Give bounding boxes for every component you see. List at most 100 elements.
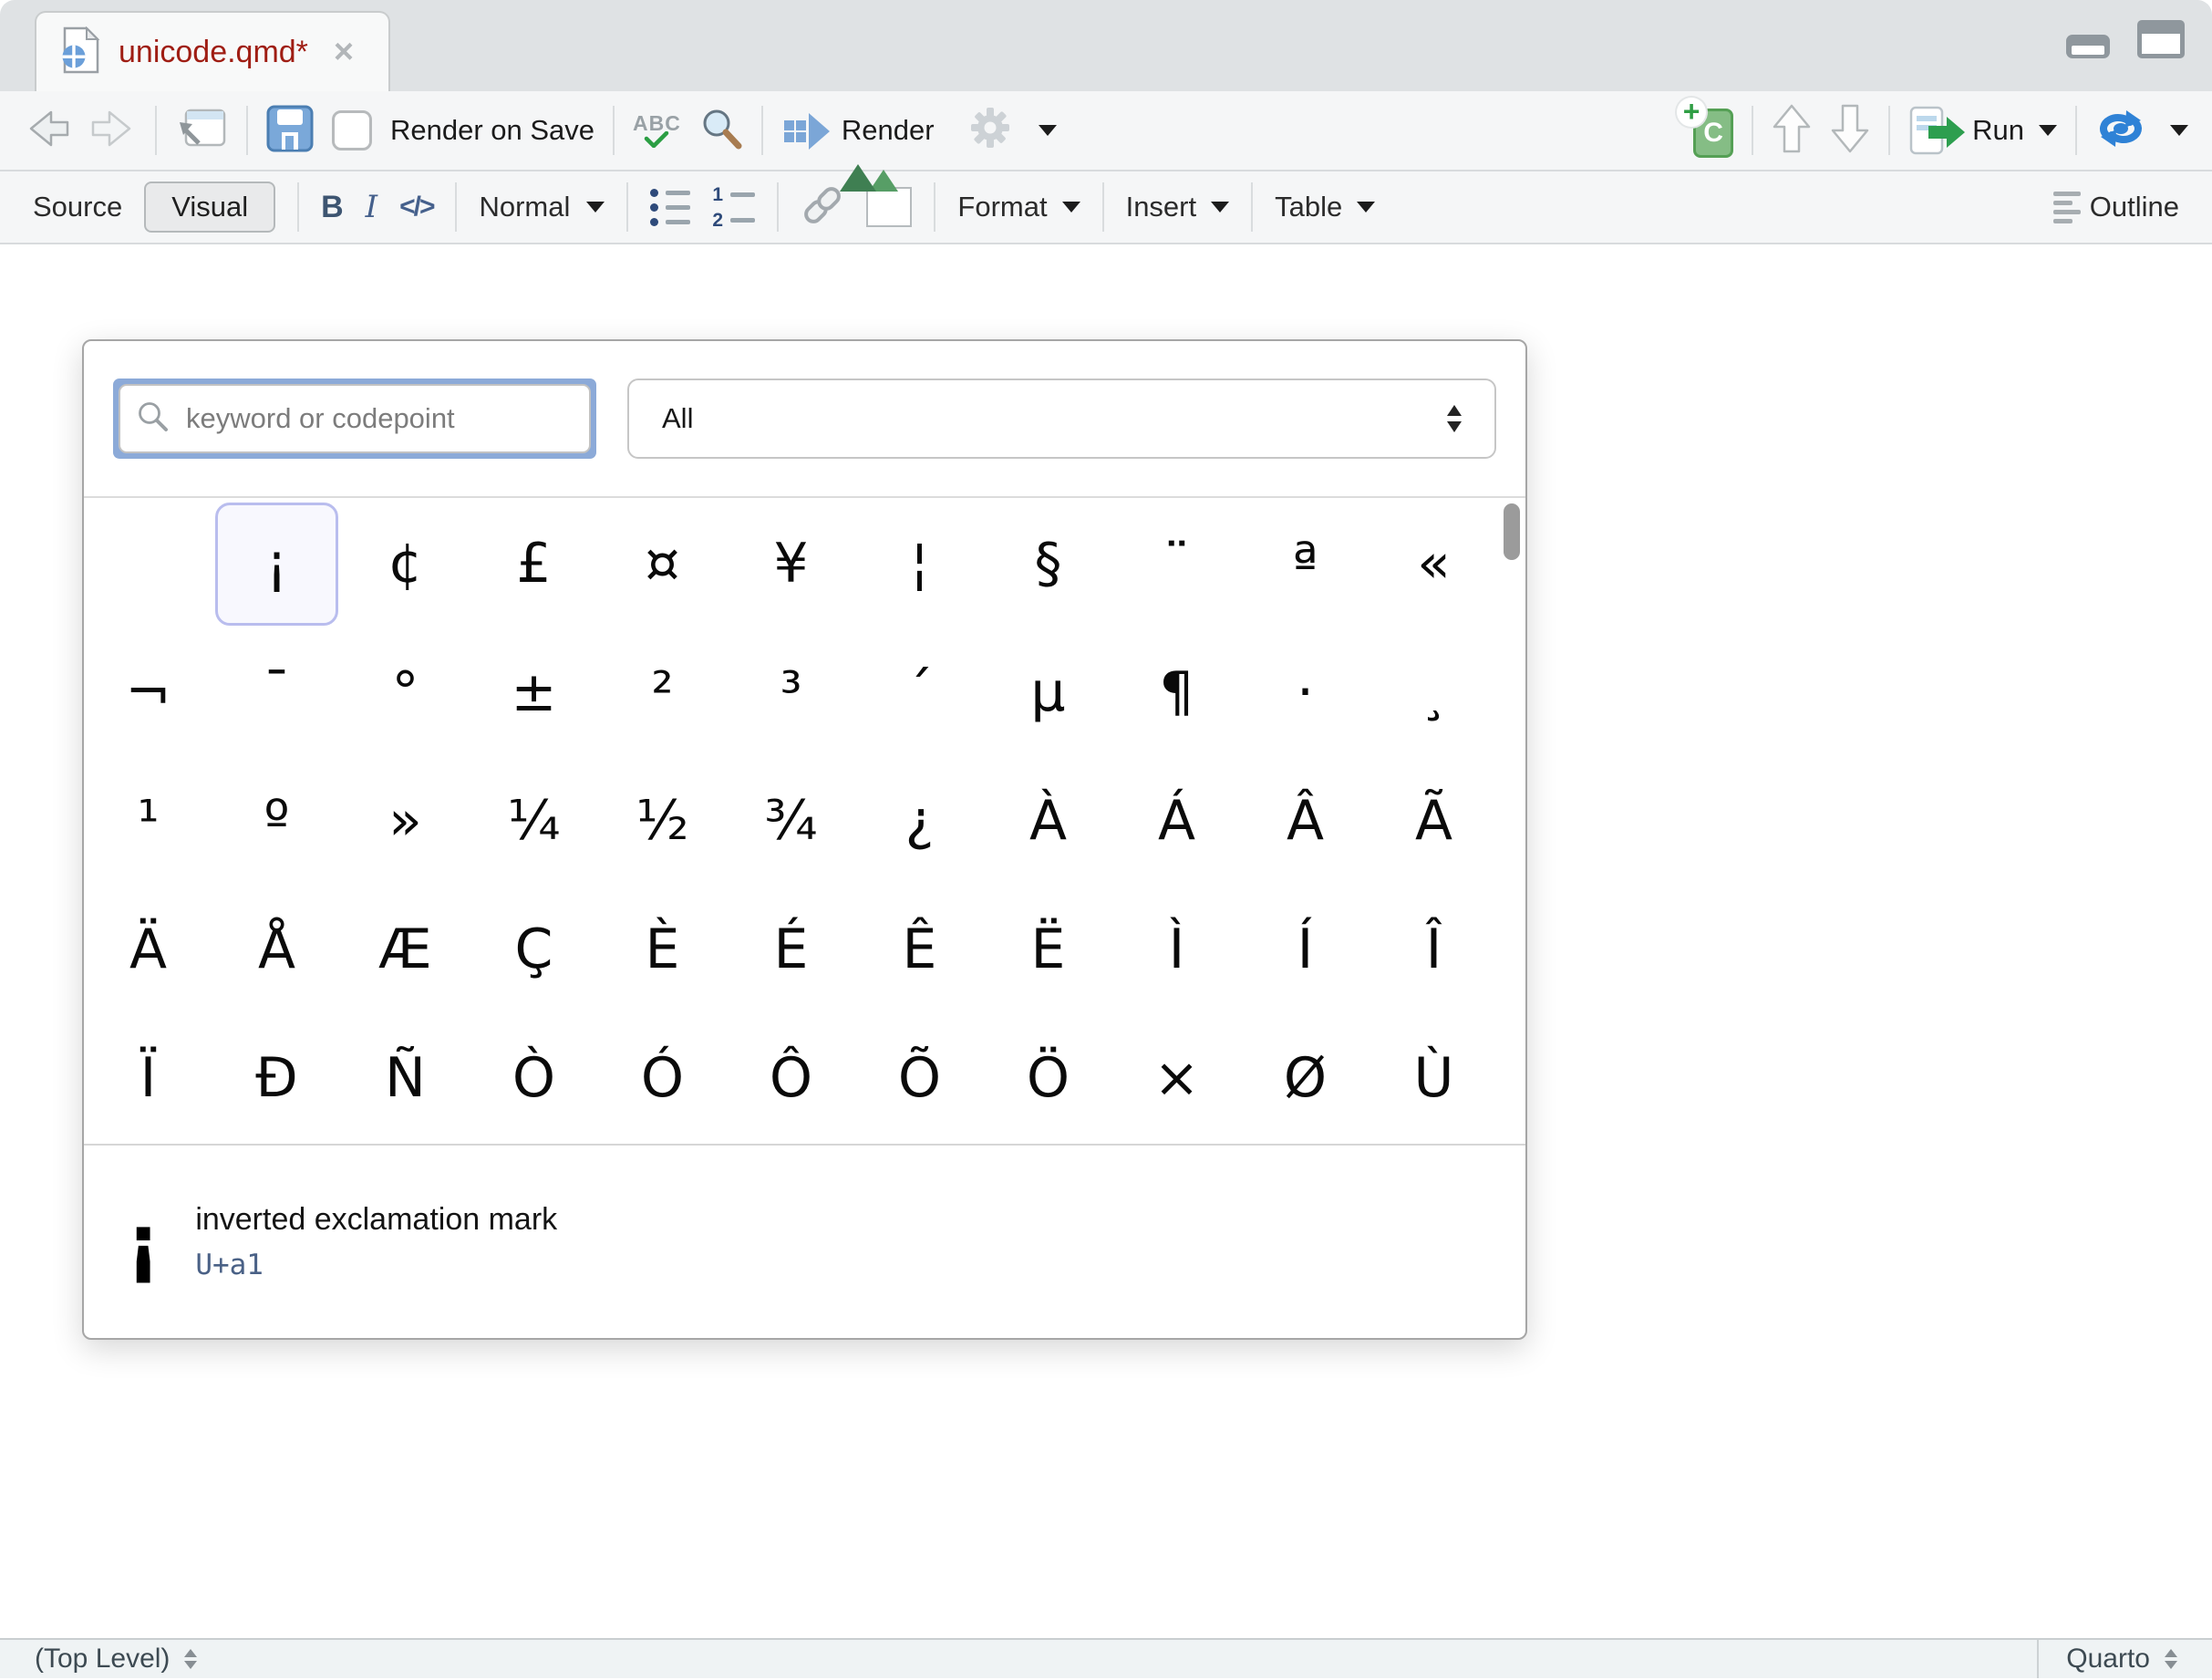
char-cell[interactable]: Å [215,887,338,1011]
char-cell[interactable]: ¦ [858,503,981,626]
char-cell[interactable]: ¼ [472,760,595,883]
insert-menu[interactable]: Insert [1126,191,1230,223]
gear-dropdown-caret[interactable] [1039,125,1057,136]
char-cell[interactable]: Ó [601,1016,724,1139]
gear-icon[interactable] [966,107,1015,155]
char-cell[interactable]: ¾ [729,760,853,883]
up-arrow-icon[interactable] [1772,103,1812,159]
filetype-selector[interactable]: Quarto [2037,1640,2177,1678]
char-cell[interactable]: Ò [472,1016,595,1139]
save-icon[interactable] [266,105,314,157]
char-cell[interactable]: Í [1244,887,1367,1011]
popout-icon[interactable] [175,105,228,157]
bold-icon[interactable]: B [321,190,344,225]
outline-toggle[interactable]: Outline [2053,191,2179,223]
char-cell[interactable]: · [1244,631,1367,754]
editor-pane[interactable]: All ¡¢£¤¥¦§¨ª« ¬¯°±²³´µ¶·¸ ¹º»¼½¾¿ÀÁÂÃ ÄÅÆÇ… [0,244,2212,1638]
char-cell[interactable]: Ê [858,887,981,1011]
char-cell[interactable]: ¡ [215,503,338,626]
scope-selector[interactable]: (Top Level) [35,1644,197,1675]
editor-tab[interactable]: unicode.qmd* × [35,11,390,91]
minimize-icon[interactable] [2066,35,2110,58]
scrollbar-thumb[interactable] [1504,503,1520,560]
char-cell[interactable]: ¹ [87,760,210,883]
char-cell[interactable]: ª [1244,503,1367,626]
format-menu[interactable]: Format [957,191,1080,223]
char-cell[interactable]: Õ [858,1016,981,1139]
render-on-save-checkbox[interactable] [332,110,372,150]
char-cell[interactable]: ¨ [1115,503,1238,626]
table-menu[interactable]: Table [1275,191,1375,223]
char-cell[interactable]: Æ [344,887,467,1011]
grid-scrollbar[interactable] [1502,502,1522,1140]
divider [246,106,248,155]
rerun-dropdown-caret[interactable] [2170,125,2188,136]
code-icon[interactable]: </> [399,192,433,223]
char-cell[interactable]: ² [601,631,724,754]
char-cell[interactable]: ¿ [858,760,981,883]
char-cell[interactable]: ° [344,631,467,754]
char-cell[interactable]: × [1115,1016,1238,1139]
maximize-icon[interactable] [2137,20,2185,58]
char-cell[interactable]: Ö [987,1016,1110,1139]
char-cell[interactable] [87,503,210,626]
char-cell[interactable]: « [1372,503,1495,626]
char-cell[interactable]: ½ [601,760,724,883]
char-cell[interactable]: Ñ [344,1016,467,1139]
search-icon[interactable] [699,107,743,155]
char-cell[interactable]: À [987,760,1110,883]
char-cell[interactable]: ¶ [1115,631,1238,754]
char-cell[interactable]: É [729,887,853,1011]
char-cell[interactable]: µ [987,631,1110,754]
char-cell[interactable]: Ç [472,887,595,1011]
new-chunk-icon[interactable]: C + [1680,103,1733,158]
char-cell[interactable]: ¤ [601,503,724,626]
source-mode-button[interactable]: Source [33,191,122,223]
char-cell[interactable]: ¸ [1372,631,1495,754]
char-cell[interactable]: Â [1244,760,1367,883]
char-cell[interactable]: ´ [858,631,981,754]
char-cell[interactable]: ¯ [215,631,338,754]
search-input[interactable] [184,401,573,436]
run-dropdown-caret[interactable] [2039,125,2057,136]
char-cell[interactable]: ³ [729,631,853,754]
char-cell[interactable]: Ù [1372,1016,1495,1139]
down-arrow-icon[interactable] [1830,103,1870,159]
char-cell[interactable]: Á [1115,760,1238,883]
char-cell[interactable]: È [601,887,724,1011]
char-cell[interactable]: Î [1372,887,1495,1011]
numbered-list-icon[interactable]: 1 2 [712,185,755,230]
char-cell[interactable]: Ø [1244,1016,1367,1139]
char-cell[interactable]: ¬ [87,631,210,754]
italic-icon[interactable]: I [366,189,377,225]
close-icon[interactable]: × [334,35,354,69]
char-cell[interactable]: Ð [215,1016,338,1139]
category-select[interactable]: All [627,379,1496,459]
char-cell[interactable]: ¢ [344,503,467,626]
run-button[interactable]: Run [1908,105,2057,156]
char-cell[interactable]: » [344,760,467,883]
char-cell[interactable]: º [215,760,338,883]
back-icon[interactable] [24,109,71,153]
spellcheck-icon[interactable]: ABC [633,113,681,148]
rerun-icon[interactable] [2095,107,2146,155]
image-icon[interactable] [866,187,912,227]
visual-mode-button[interactable]: Visual [144,181,275,233]
search-box[interactable] [119,384,591,453]
char-cell[interactable]: ± [472,631,595,754]
char-cell[interactable]: Ì [1115,887,1238,1011]
char-cell[interactable]: Ä [87,887,210,1011]
paragraph-style-dropdown[interactable]: Normal [479,191,605,223]
render-button[interactable]: Render [781,109,935,151]
char-cell[interactable]: ¥ [729,503,853,626]
char-cell[interactable]: Ã [1372,760,1495,883]
char-cell[interactable]: Ë [987,887,1110,1011]
char-cell[interactable]: Ô [729,1016,853,1139]
forward-icon[interactable] [89,109,137,153]
char-cell[interactable]: Ï [87,1016,210,1139]
link-icon[interactable] [801,183,844,232]
main-toolbar: Render on Save ABC Render [0,91,2212,171]
char-cell[interactable]: § [987,503,1110,626]
bullet-list-icon[interactable] [650,189,690,226]
char-cell[interactable]: £ [472,503,595,626]
